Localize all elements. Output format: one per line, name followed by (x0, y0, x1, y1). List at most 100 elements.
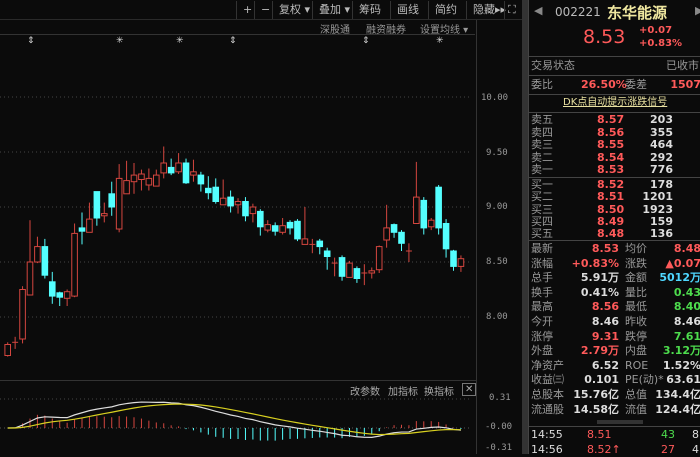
macd-tick-label: -0.31 (485, 443, 513, 453)
stat-row: 流通股 14.58亿 流值 124.4亿 (529, 403, 700, 417)
candle-body (390, 224, 398, 233)
fullscreen-button[interactable]: ⛶ (504, 1, 519, 19)
stat-label: 涨停 (531, 329, 553, 343)
stat-value: 14.58亿 (573, 402, 619, 416)
stat-row: 收益㈢ 0.101 PE(动)* 63.61 (529, 373, 700, 387)
level-volume: 203 (650, 113, 673, 126)
close-indicator-icon[interactable]: ✕ (462, 383, 477, 396)
level-price: 8.57 (597, 113, 625, 126)
macd-tick-label: -0.00 (485, 422, 513, 432)
stat-label: 内盘 (625, 344, 647, 358)
tick-row: 14:55 8.51 43 8 (529, 428, 700, 442)
stat-value: 9.31 (591, 329, 619, 343)
stat-label: 总值 (625, 388, 647, 401)
candle-body (175, 162, 182, 173)
order-book-row: 买五 8.48 136 (529, 228, 700, 240)
stat-value: 63.61 (666, 373, 700, 387)
order-book-row: 卖一 8.53 776 (529, 164, 700, 176)
candle-body (41, 246, 49, 276)
add-indicator-button[interactable]: 加指标 (388, 383, 418, 398)
level-price: 8.51 (597, 190, 625, 204)
candle-body (100, 213, 108, 217)
status-value: 已收市 (666, 59, 699, 72)
candle-body (420, 199, 428, 229)
stat-label: 最低 (625, 300, 647, 314)
candle-body (108, 193, 116, 208)
candle-body (346, 262, 353, 278)
candle-body (145, 177, 153, 186)
next-stock-icon[interactable]: ▶ (695, 4, 700, 17)
price-change: +0.07 (639, 25, 673, 36)
prev-stock-icon[interactable]: ◀ (534, 4, 542, 17)
collapse-handle[interactable] (597, 420, 643, 424)
stat-label: 收益㈢ (531, 373, 564, 387)
candle-body (234, 201, 242, 206)
level-label: 买四 (531, 214, 553, 228)
candle-body (427, 219, 435, 228)
stat-value: 15.76亿 (573, 388, 619, 401)
quote-panel: ◀ 002221 东华能源 ▶ 8.53 +0.07 +0.83% 交易状态 已收… (528, 0, 700, 456)
stat-value: 8.56 (591, 300, 619, 314)
change-params-button[interactable]: 改参数 (350, 383, 380, 398)
candle-body (219, 197, 227, 206)
candle-body (301, 238, 309, 245)
candle-body (71, 232, 78, 297)
candle-body (115, 177, 123, 230)
switch-indicator-button[interactable]: 换指标 (424, 383, 454, 398)
candle-body (435, 186, 442, 229)
level-label: 卖四 (531, 125, 553, 139)
stat-value: 0.41% (580, 285, 619, 299)
candle-body (316, 240, 324, 248)
candle-body (442, 223, 450, 250)
candle-body (153, 174, 160, 187)
stat-value: 2.79万 (580, 344, 619, 358)
candle-body (160, 162, 168, 174)
candle-body (249, 206, 257, 215)
tick-count: 4 (692, 443, 699, 456)
candle-body (167, 166, 175, 174)
candle-body (212, 186, 220, 202)
candle-body (197, 174, 205, 185)
stat-row: 涨停 9.31 跌停 7.61 (529, 330, 700, 344)
stat-label: 净资产 (531, 358, 564, 372)
stat-value: 0.43 (673, 285, 700, 299)
stat-value: ▲0.07 (665, 256, 700, 270)
price-axis: 10.00 9.50 9.00 8.50 8.00 0.31 -0.00 -0.… (476, 20, 522, 454)
level-volume: 159 (650, 214, 673, 228)
stat-row: 最新 8.53 均价 8.48 (529, 242, 700, 256)
level-label: 买一 (531, 178, 553, 191)
stat-value: 5.91万 (580, 271, 619, 285)
candle-body (286, 221, 294, 229)
order-book-row: 卖五 8.57 203 (529, 114, 700, 126)
level-label: 卖二 (531, 150, 553, 164)
weibi-value: 26.50% (581, 78, 627, 91)
level-label: 卖一 (531, 163, 553, 176)
order-book-row: 卖四 8.56 355 (529, 125, 700, 139)
price-change-pct: +0.83% (639, 38, 683, 49)
macd-dif-line (7, 401, 461, 438)
stock-name: 东华能源 (607, 4, 668, 22)
candle-body (323, 250, 331, 257)
stock-code: 002221 (555, 5, 601, 19)
candle-body (338, 257, 346, 277)
candle-body (242, 201, 249, 217)
level-volume: 292 (650, 150, 673, 164)
level-volume: 1923 (642, 202, 673, 216)
dk-signal-link[interactable]: DK点自动提示涨跌信号 (563, 96, 667, 110)
weibi-label: 委比 (531, 78, 553, 91)
candle-body (123, 180, 130, 195)
y-tick-label: 8.50 (486, 257, 508, 267)
level-price: 8.49 (597, 214, 625, 228)
candle-body (138, 173, 145, 180)
y-tick-label: 10.00 (481, 93, 509, 103)
level-volume: 776 (650, 163, 673, 176)
stat-value: 8.46 (673, 315, 700, 328)
candle-body (227, 196, 234, 207)
candle-body (294, 220, 301, 240)
candle-body (63, 291, 71, 299)
candle-body (279, 225, 286, 233)
stat-label: 换手 (531, 285, 553, 299)
stat-row: 净资产 6.52 ROE 1.52% (529, 359, 700, 373)
y-tick-label: 9.00 (486, 202, 508, 212)
candle-body (56, 292, 64, 298)
